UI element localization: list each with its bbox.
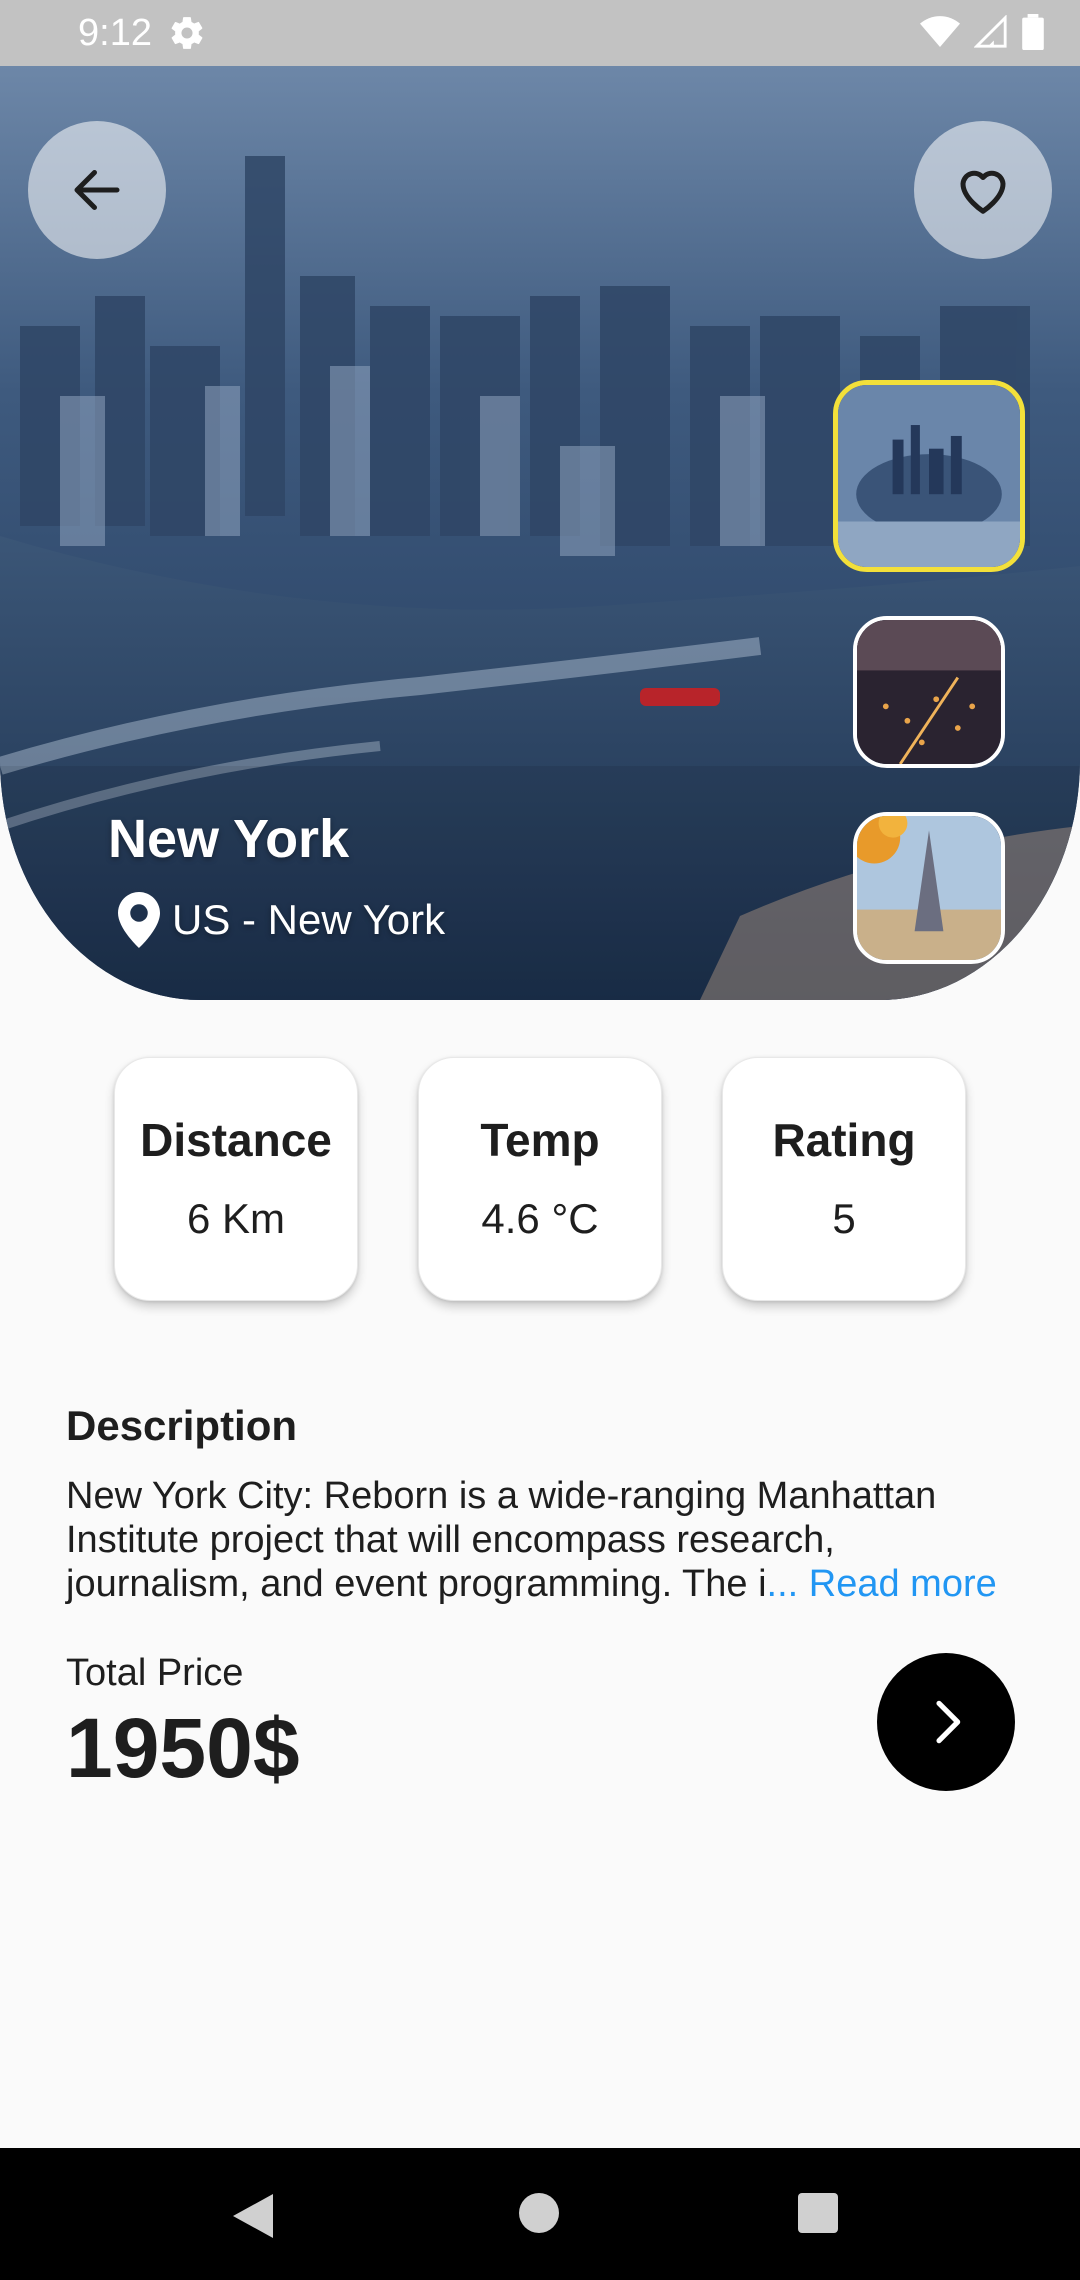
wifi-icon bbox=[920, 16, 960, 47]
card-label: Temp bbox=[480, 1114, 600, 1166]
thumbnail-new-york-aerial[interactable] bbox=[833, 380, 1025, 572]
chevron-right-icon bbox=[936, 1700, 961, 1744]
nav-home-icon[interactable] bbox=[519, 2193, 559, 2233]
description-line: journalism, and event programming. The i bbox=[66, 1563, 767, 1605]
total-price-label: Total Price bbox=[66, 1652, 244, 1694]
card-value: 5 bbox=[832, 1195, 856, 1242]
signal-icon bbox=[974, 15, 1007, 48]
thumbnail-image bbox=[857, 816, 1001, 960]
system-nav-bar bbox=[0, 2148, 1080, 2280]
gear-icon bbox=[171, 17, 203, 49]
read-more-link[interactable]: ... Read more bbox=[767, 1563, 997, 1605]
card-value: 6 Km bbox=[186, 1195, 286, 1242]
thumbnail-image bbox=[838, 385, 1020, 567]
description-line: New York City: Reborn is a wide-ranging … bbox=[66, 1475, 937, 1517]
rating-card: Rating 5 bbox=[722, 1057, 966, 1301]
nav-recents-icon[interactable] bbox=[798, 2193, 838, 2233]
temp-card: Temp 4.6 °C bbox=[418, 1057, 662, 1301]
card-value: 4.6 °C bbox=[481, 1195, 599, 1242]
card-label: Distance bbox=[140, 1114, 332, 1166]
back-button[interactable] bbox=[28, 121, 166, 259]
heart-outline-icon bbox=[960, 170, 1006, 214]
thumbnail-paris-eiffel[interactable] bbox=[853, 812, 1005, 964]
status-bar: 9:12 bbox=[0, 0, 1080, 66]
battery-icon bbox=[1022, 14, 1044, 50]
next-button[interactable] bbox=[877, 1653, 1015, 1791]
thumbnail-city-night[interactable] bbox=[853, 616, 1005, 768]
hero-image: New York US - New York bbox=[0, 66, 1080, 1000]
description-title: Description bbox=[66, 1402, 298, 1449]
total-price-value: 1950$ bbox=[66, 1701, 300, 1795]
thumbnail-image bbox=[857, 620, 1001, 764]
card-label: Rating bbox=[772, 1114, 916, 1166]
location-row: US - New York bbox=[118, 892, 445, 948]
map-pin-icon bbox=[118, 892, 160, 948]
distance-card: Distance 6 Km bbox=[114, 1057, 358, 1301]
description-line-last: journalism, and event programming. The i… bbox=[66, 1562, 1026, 1606]
description-line: Institute project that will encompass re… bbox=[66, 1519, 835, 1561]
nav-back-icon[interactable] bbox=[232, 2194, 274, 2238]
city-title: New York bbox=[108, 809, 350, 869]
location-text: US - New York bbox=[172, 896, 446, 943]
status-time: 9:12 bbox=[78, 12, 152, 54]
status-icons bbox=[920, 14, 1044, 50]
arrow-left-icon bbox=[74, 170, 120, 210]
favorite-button[interactable] bbox=[914, 121, 1052, 259]
description-text: New York City: Reborn is a wide-ranging … bbox=[66, 1474, 1026, 1606]
